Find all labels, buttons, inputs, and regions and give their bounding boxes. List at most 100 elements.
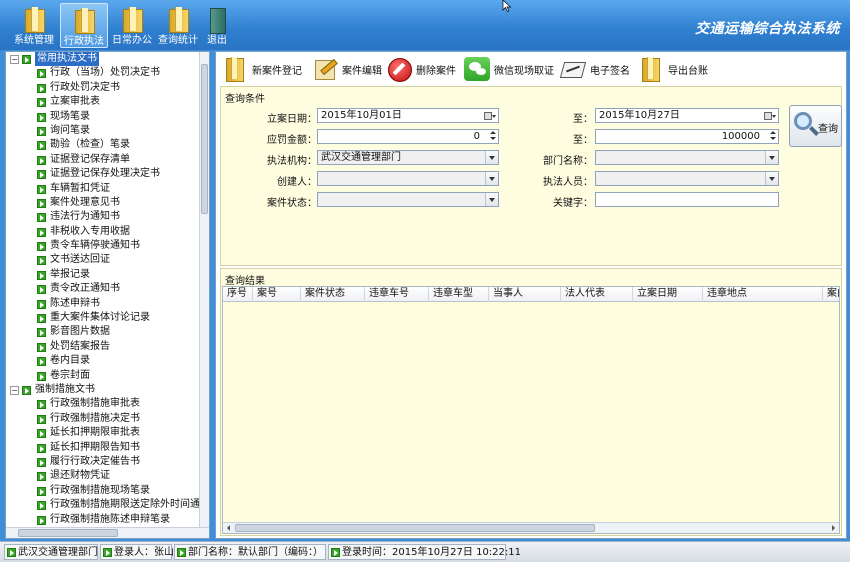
chevron-down-icon[interactable] [765,151,778,164]
agency-select[interactable]: 武汉交通管理部门 [317,150,499,165]
keyword-input[interactable] [595,192,779,207]
green-arrow-icon [37,501,46,511]
delete-case-button[interactable]: 删除案件 [386,56,456,82]
chevron-down-icon[interactable] [485,193,498,206]
menu-label: 查询统计 [158,35,198,46]
menu-daily-office[interactable]: 日常办公 [110,3,154,48]
tree-vertical-scrollbar[interactable] [199,52,209,528]
spinner-icon[interactable] [768,130,778,143]
tree-horizontal-scrollbar[interactable] [6,527,209,538]
tree-item[interactable]: 车辆暂扣凭证 [6,182,200,196]
filing-date-from-field[interactable]: 2015年10月01日 [317,108,499,123]
filing-date-label: 立案日期： [267,114,317,125]
tree-item[interactable]: 行政强制措施现场笔录 [6,484,200,498]
tree-item-label: 重大案件集体讨论记录 [50,312,150,324]
status-text: 武汉交通管理部门 [18,547,98,558]
tree-item-label: 证据登记保存清单 [50,153,130,165]
tree-item[interactable]: 陈述申辩书 [6,297,200,311]
tree-item[interactable]: 卷宗封面 [6,369,200,383]
scroll-thumb[interactable] [235,524,595,532]
column-header[interactable]: 案号 [253,287,301,302]
tree-item[interactable]: 行政强制措施审批表 [6,397,200,411]
tree-item[interactable]: 影音图片数据 [6,325,200,339]
column-header[interactable]: 案由 [823,287,839,302]
export-ledger-button[interactable]: 导出台账 [638,56,708,82]
scroll-right-icon[interactable] [829,524,837,532]
chevron-down-icon[interactable] [765,172,778,185]
tree-item[interactable]: 退还财物凭证 [6,469,200,483]
calendar-dropdown-icon[interactable] [762,109,778,122]
tree-item-label: 勘验（检查）笔录 [50,139,130,151]
tree-item-label: 案件处理意见书 [50,196,120,208]
tree-item[interactable]: 案件处理意见书 [6,196,200,210]
tree-item[interactable]: 非税收入专用收据 [6,225,200,239]
status-login-time: 登录时间：2015年10月27日 10:22:11 [328,544,521,560]
tree-item[interactable]: 卷内目录 [6,354,200,368]
edit-case-button[interactable]: 案件编辑 [312,56,382,82]
tree-item[interactable]: 责令改正通知书 [6,282,200,296]
new-case-button[interactable]: 新案件登记 [222,56,302,82]
tree-item[interactable]: 立案审批表 [6,95,200,109]
column-header[interactable]: 案件状态 [301,287,365,302]
tree-item[interactable]: 行政（当场）处罚决定书 [6,66,200,80]
button-label: 电子签名 [590,65,630,77]
results-table: 序号案号案件状态违章车号违章车型当事人法人代表立案日期违章地点案由 [222,286,840,534]
scroll-thumb[interactable] [18,529,118,537]
green-arrow-icon [37,227,46,237]
tree-item[interactable]: 勘验（检查）笔录 [6,138,200,152]
column-header[interactable]: 立案日期 [633,287,703,302]
column-header[interactable]: 违章车型 [429,287,489,302]
filing-date-to-field[interactable]: 2015年10月27日 [595,108,779,123]
column-header[interactable]: 违章地点 [703,287,823,302]
electronic-signature-button[interactable]: 电子签名 [560,56,630,82]
tree-group[interactable]: − 强制措施文书 [6,383,200,397]
tree-item[interactable]: 询问笔录 [6,124,200,138]
department-select[interactable] [595,150,779,165]
wechat-evidence-button[interactable]: 微信现场取证 [464,56,554,82]
tree-item[interactable]: 行政处罚决定书 [6,81,200,95]
menu-administrative-enforcement[interactable]: 行政执法 [60,3,108,48]
results-horizontal-scrollbar[interactable] [223,522,839,533]
column-header[interactable]: 法人代表 [561,287,633,302]
collapse-toggle-icon[interactable]: − [10,55,19,64]
column-header[interactable]: 序号 [223,287,253,302]
tree-item[interactable]: 证据登记保存清单 [6,153,200,167]
menu-system-management[interactable]: 系统管理 [12,3,56,48]
agency-label: 执法机构： [267,156,317,167]
column-header[interactable]: 当事人 [489,287,561,302]
scroll-thumb[interactable] [201,64,208,214]
status-arrow-icon [103,548,112,557]
tree-item[interactable]: 行政强制措施决定书 [6,412,200,426]
tree-group[interactable]: − 常用执法文书 [6,52,200,67]
spinner-icon[interactable] [488,130,498,143]
creator-label: 创建人： [277,177,317,188]
tree-item[interactable]: 延长扣押期限告知书 [6,441,200,455]
collapse-toggle-icon[interactable]: − [10,385,19,395]
tree-item[interactable]: 行政强制措施陈述申辩笔录 [6,513,200,527]
menu-exit[interactable]: 退出 [202,3,232,48]
penalty-amount-to-field[interactable]: 100000 [595,129,779,144]
creator-select[interactable] [317,171,499,186]
tree-item[interactable]: 重大案件集体讨论记录 [6,311,200,325]
tree-item[interactable]: 文书送达回证 [6,253,200,267]
officer-select[interactable] [595,171,779,186]
tree-item[interactable]: 证据登记保存处理决定书 [6,167,200,181]
tree-item[interactable]: 行政强制措施期限送定除外时间通知 [6,498,200,512]
green-arrow-icon [37,371,46,381]
scroll-left-icon[interactable] [225,524,233,532]
tree-item[interactable]: 责令车辆停驶通知书 [6,239,200,253]
tree-item[interactable]: 现场笔录 [6,110,200,124]
chevron-down-icon[interactable] [485,172,498,185]
menu-query-statistics[interactable]: 查询统计 [156,3,200,48]
tree-item[interactable]: 延长扣押期限审批表 [6,426,200,440]
penalty-amount-from-field[interactable]: 0 [317,129,499,144]
tree-item[interactable]: 举报记录 [6,268,200,282]
calendar-dropdown-icon[interactable] [482,109,498,122]
case-status-select[interactable] [317,192,499,207]
query-button[interactable]: 查询 [789,105,842,147]
chevron-down-icon[interactable] [485,151,498,164]
tree-item[interactable]: 履行行政决定催告书 [6,455,200,469]
tree-item[interactable]: 处罚结案报告 [6,340,200,354]
column-header[interactable]: 违章车号 [365,287,429,302]
tree-item[interactable]: 违法行为通知书 [6,210,200,224]
